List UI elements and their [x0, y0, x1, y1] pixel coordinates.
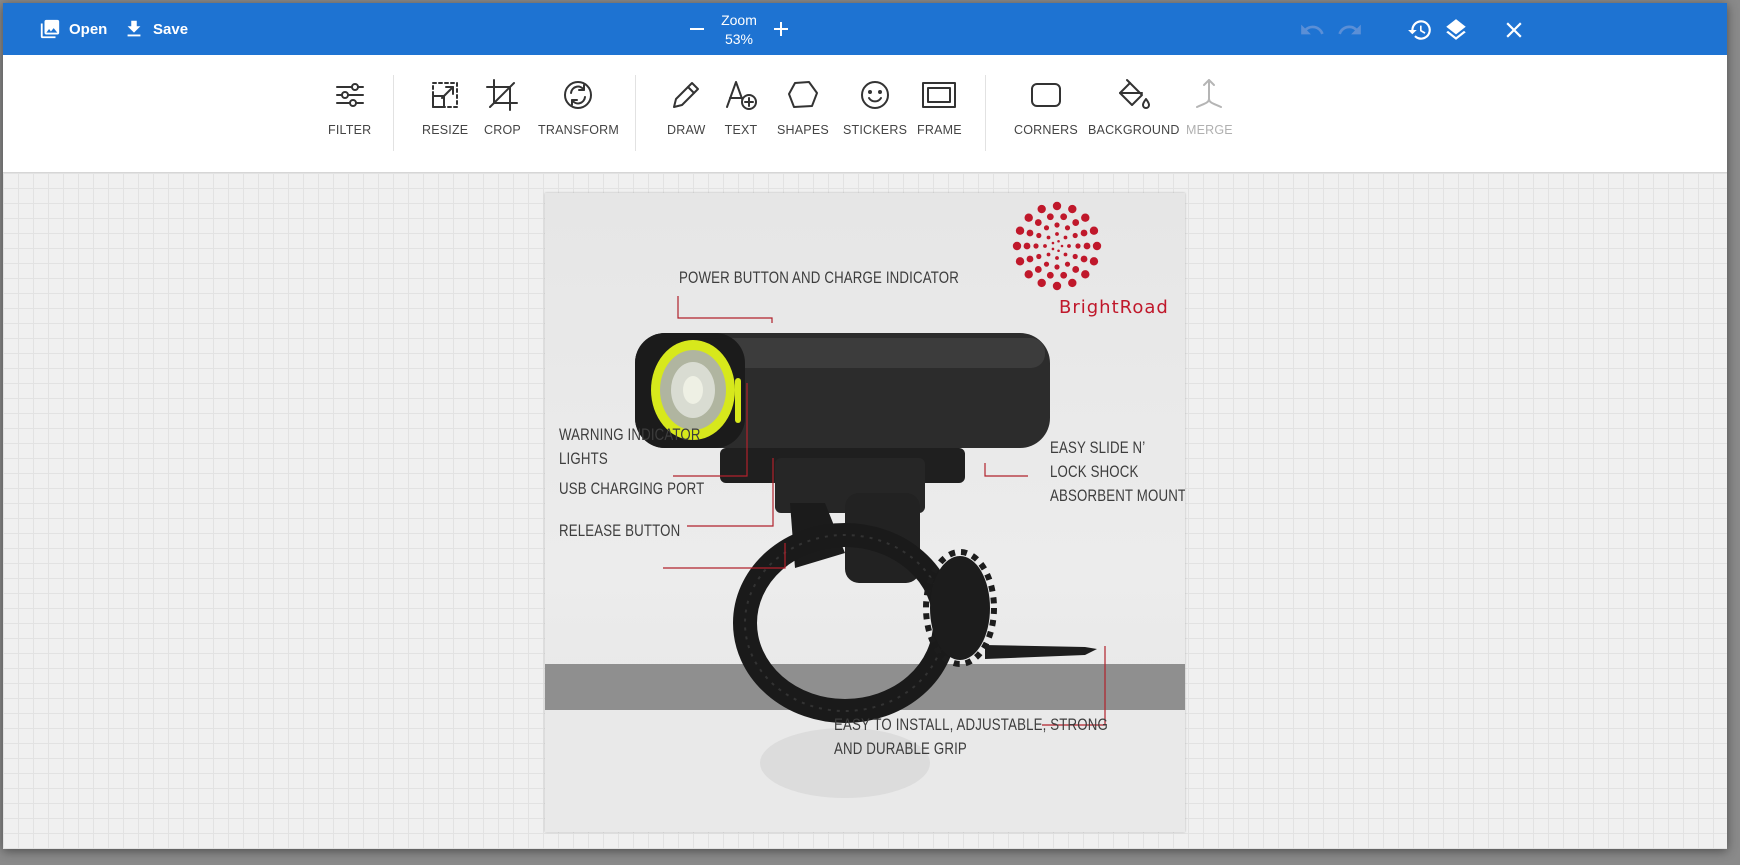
- layers-button[interactable]: [1443, 17, 1469, 43]
- top-bar: Open Save Zoom 53%: [3, 3, 1727, 55]
- crop-icon: [484, 77, 520, 113]
- callout-release: RELEASE BUTTON: [559, 521, 681, 540]
- canvas-workspace[interactable]: BrightRoad POWER BUTTON AND CHARGE INDIC…: [3, 173, 1727, 849]
- merge-tool[interactable]: MERGE: [1186, 77, 1233, 137]
- tool-divider: [393, 75, 394, 151]
- background-label: BACKGROUND: [1088, 123, 1180, 137]
- close-button[interactable]: [1501, 17, 1527, 43]
- redo-icon: [1338, 24, 1361, 35]
- callout-mount-line3: ABSORBENT MOUNT: [1050, 486, 1185, 505]
- frame-icon: [921, 77, 957, 113]
- download-icon: [127, 20, 141, 37]
- tool-divider: [635, 75, 636, 151]
- rotate-icon: [560, 77, 596, 113]
- text-tool[interactable]: TEXT: [723, 77, 759, 137]
- frame-label: FRAME: [917, 123, 962, 137]
- add-text-icon: [723, 77, 759, 113]
- crop-tool[interactable]: CROP: [484, 77, 521, 137]
- resize-label: RESIZE: [422, 123, 469, 137]
- merge-icon: [1191, 77, 1227, 113]
- minus-icon: [690, 28, 704, 30]
- corners-label: CORNERS: [1014, 123, 1078, 137]
- zoom-out-button[interactable]: [685, 17, 709, 41]
- brand-name: BrightRoad: [1059, 297, 1169, 318]
- plus-icon: [774, 22, 788, 36]
- tool-divider: [985, 75, 986, 151]
- history-icon: [1408, 20, 1431, 40]
- transform-tool[interactable]: TRANSFORM: [538, 77, 619, 137]
- save-label: Save: [153, 20, 189, 38]
- open-button[interactable]: Open: [39, 3, 107, 55]
- callout-mount-line1: EASY SLIDE N’: [1050, 438, 1146, 457]
- callout-grip-line1: EASY TO INSTALL, ADJUSTABLE, STRONG: [834, 715, 1108, 734]
- zoom-indicator: Zoom 53%: [709, 11, 769, 49]
- callout-warning-line2: LIGHTS: [559, 449, 608, 468]
- history-button[interactable]: [1407, 17, 1433, 43]
- crop-label: CROP: [484, 123, 521, 137]
- text-label: TEXT: [724, 123, 758, 137]
- callout-power: POWER BUTTON AND CHARGE INDICATOR: [679, 268, 959, 287]
- smiley-icon: [857, 77, 893, 113]
- image-icon: [40, 19, 60, 39]
- shapes-label: SHAPES: [777, 123, 829, 137]
- brightroad-logo-icon: [1012, 201, 1102, 291]
- transform-label: TRANSFORM: [538, 123, 619, 137]
- filter-label: FILTER: [328, 123, 372, 137]
- merge-label: MERGE: [1186, 123, 1233, 137]
- callout-usb: USB CHARGING PORT: [559, 479, 705, 498]
- pencil-icon: [668, 77, 704, 113]
- background-tool[interactable]: BACKGROUND: [1088, 77, 1180, 137]
- filter-tool[interactable]: FILTER: [328, 77, 371, 137]
- zoom-in-button[interactable]: [769, 17, 793, 41]
- undo-icon: [1301, 24, 1324, 35]
- layers-icon: [1446, 19, 1466, 40]
- draw-label: DRAW: [667, 123, 706, 137]
- polygon-icon: [785, 77, 821, 113]
- stickers-label: STICKERS: [843, 123, 908, 137]
- redo-button[interactable]: [1337, 17, 1363, 43]
- zoom-value: 53%: [724, 31, 754, 47]
- callout-grip-line2: AND DURABLE GRIP: [834, 739, 967, 758]
- frame-tool[interactable]: FRAME: [917, 77, 962, 137]
- undo-button[interactable]: [1299, 17, 1325, 43]
- save-button[interactable]: Save: [123, 3, 188, 55]
- callout-mount-line2: LOCK SHOCK: [1050, 462, 1139, 481]
- draw-tool[interactable]: DRAW: [667, 77, 706, 137]
- tool-bar: FILTER RESIZE CROP TRANSFORM DRAW TEXT S…: [3, 55, 1727, 173]
- resize-tool[interactable]: RESIZE: [422, 77, 468, 137]
- product-image[interactable]: BrightRoad POWER BUTTON AND CHARGE INDIC…: [545, 193, 1185, 832]
- callout-warning-line1: WARNING INDICATOR: [559, 425, 701, 444]
- corners-tool[interactable]: CORNERS: [1014, 77, 1078, 137]
- stickers-tool[interactable]: STICKERS: [843, 77, 907, 137]
- resize-icon: [427, 77, 463, 113]
- zoom-title: Zoom: [721, 12, 757, 28]
- paint-bucket-icon: [1116, 77, 1152, 113]
- open-label: Open: [69, 20, 108, 38]
- shapes-tool[interactable]: SHAPES: [777, 77, 829, 137]
- close-icon: [1506, 22, 1522, 38]
- sliders-icon: [332, 77, 368, 113]
- rounded-rect-icon: [1028, 77, 1064, 113]
- image-editor-window: Open Save Zoom 53% FILTER RESIZE CROP TR…: [3, 3, 1727, 849]
